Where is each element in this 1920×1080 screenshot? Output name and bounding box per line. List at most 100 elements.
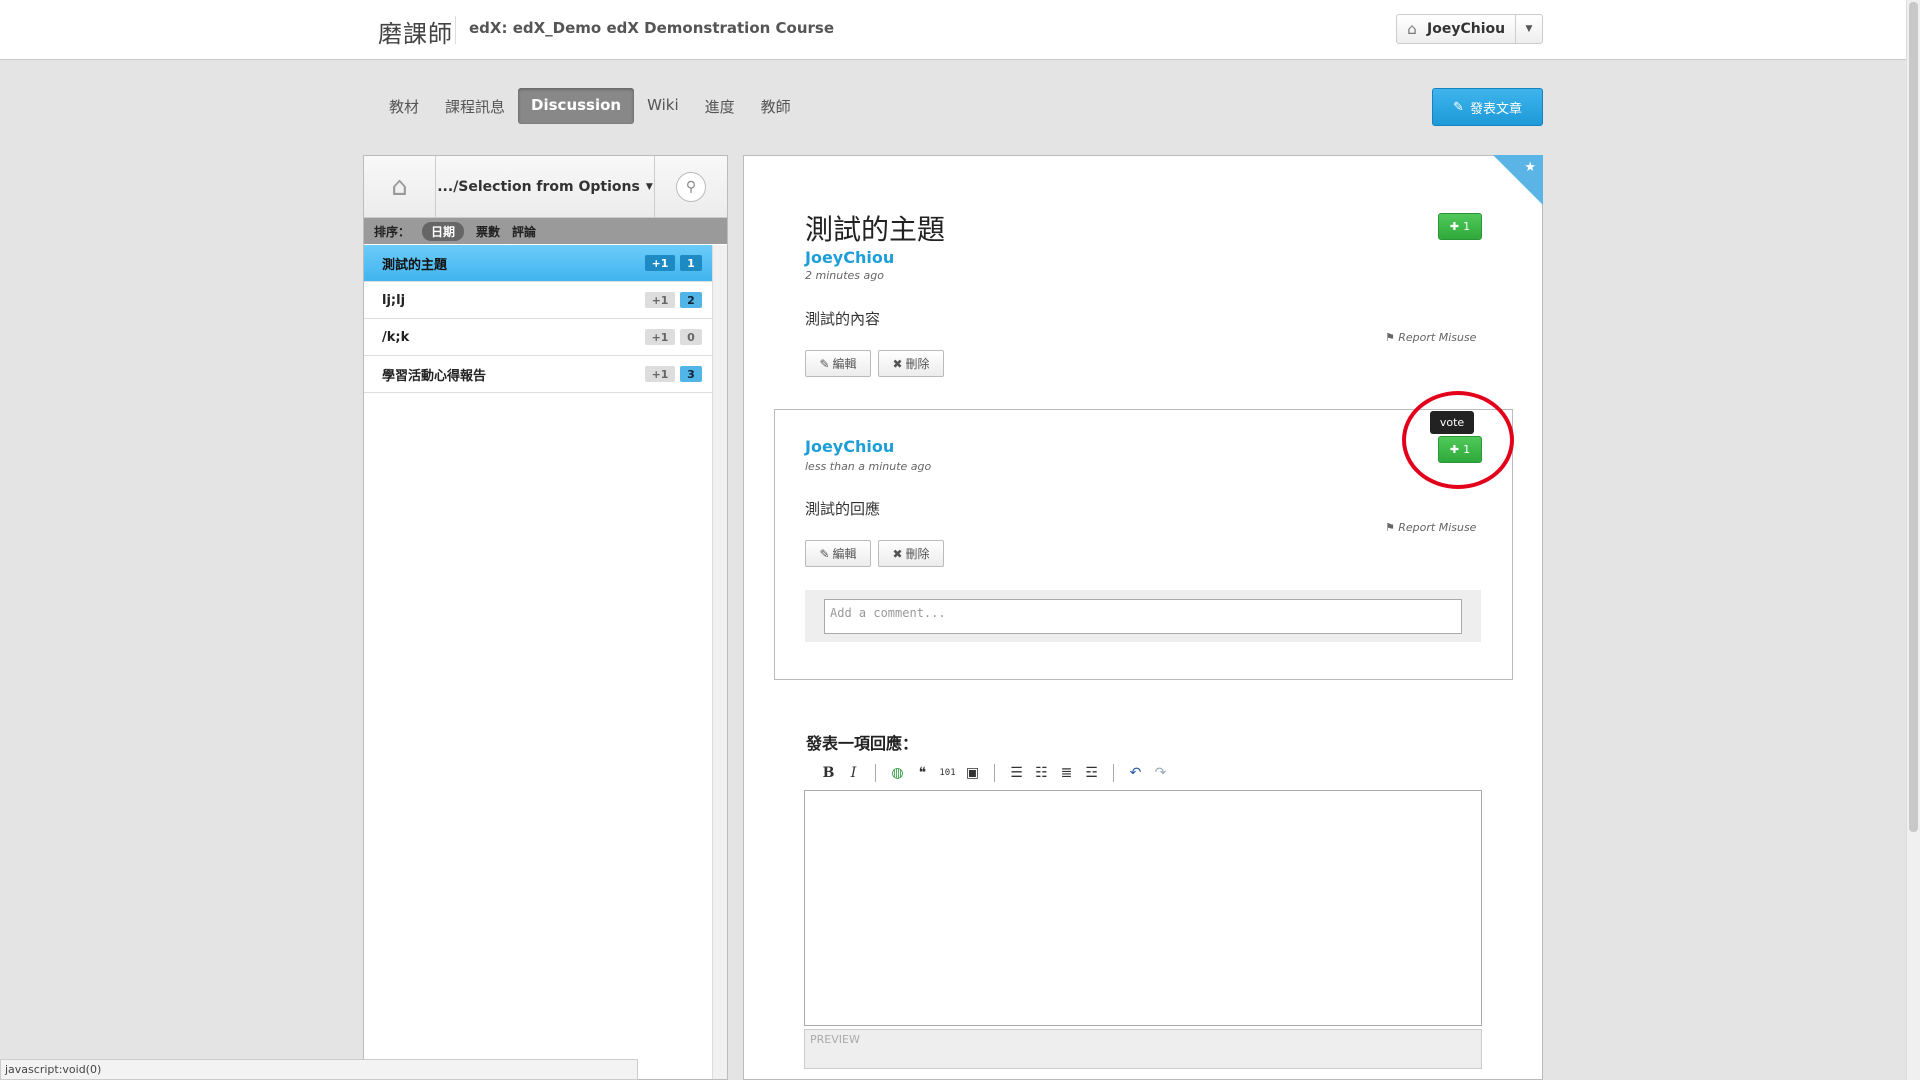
tab-discussion[interactable]: Discussion xyxy=(518,88,635,124)
edit-button[interactable]: ✎ 編輯 xyxy=(805,350,871,377)
delete-button[interactable]: ✖ 刪除 xyxy=(878,350,944,377)
username[interactable]: JoeyChiou xyxy=(1427,21,1515,37)
sort-label: 排序： xyxy=(374,224,411,239)
comment-count-badge: 3 xyxy=(680,366,702,382)
comment-input[interactable]: Add a comment... xyxy=(824,599,1462,634)
response-body: 測試的回應 xyxy=(805,500,881,518)
site-logo[interactable]: 磨課師 xyxy=(378,14,453,49)
thread-detail: ★ 測試的主題 ✚ 1 JoeyChiou 2 minutes ago 測試的內… xyxy=(743,155,1543,1080)
chevron-down-icon[interactable]: ▼ xyxy=(1515,15,1542,43)
reply-preview: PREVIEW xyxy=(804,1029,1482,1069)
report-misuse-link[interactable]: ⚑ Report Misuse xyxy=(1386,331,1476,344)
comment-count-badge: 1 xyxy=(680,255,702,271)
comment-area: Add a comment... xyxy=(805,590,1481,642)
tab-instructor[interactable]: 教師 xyxy=(748,88,804,124)
numbered-list-icon[interactable]: ☰ xyxy=(1004,765,1029,781)
star-icon[interactable]: ★ xyxy=(1524,160,1536,175)
list-item[interactable]: 測試的主題 +1 1 xyxy=(364,245,712,282)
user-menu[interactable]: ⌂ JoeyChiou ▼ xyxy=(1396,14,1543,44)
sort-by-votes[interactable]: 票數 xyxy=(476,223,500,240)
vote-count: 1 xyxy=(1463,220,1471,233)
toolbar-divider xyxy=(875,764,876,782)
list-item[interactable]: 學習活動心得報告 +1 3 xyxy=(364,356,712,393)
bold-icon[interactable]: B xyxy=(816,765,841,781)
image-icon[interactable]: ▣ xyxy=(960,765,985,781)
new-post-button[interactable]: ✎ 發表文章 xyxy=(1432,88,1543,126)
sort-bar: 排序： 日期 票數 評論 xyxy=(364,218,727,244)
horizontal-rule-icon[interactable]: ☲ xyxy=(1079,765,1104,781)
post-timestamp: 2 minutes ago xyxy=(805,269,884,282)
home-icon[interactable]: ⌂ xyxy=(364,156,436,217)
course-nav: 教材 課程訊息 Discussion Wiki 進度 教師 xyxy=(376,88,804,124)
response-author[interactable]: JoeyChiou xyxy=(805,437,894,456)
plus-icon: ✚ xyxy=(1449,220,1460,233)
sidebar-header: ⌂ .../Selection from Options ▼ ⚲ xyxy=(364,156,727,218)
delete-label: 刪除 xyxy=(905,547,930,561)
discussion-sidebar: ⌂ .../Selection from Options ▼ ⚲ 排序： 日期 … xyxy=(363,155,728,1080)
home-icon[interactable]: ⌂ xyxy=(1397,20,1427,38)
delete-label: 刪除 xyxy=(905,357,930,371)
flag-icon: ⚑ xyxy=(1386,331,1395,344)
thread-title: lj;lj xyxy=(382,292,406,308)
report-label: Report Misuse xyxy=(1398,521,1477,534)
pencil-icon: ✎ xyxy=(819,356,830,371)
sidebar-scrollbar[interactable] xyxy=(712,245,727,1079)
post-author[interactable]: JoeyChiou xyxy=(805,248,894,267)
comment-count-badge: 0 xyxy=(680,329,702,345)
sort-by-comments[interactable]: 評論 xyxy=(512,223,536,240)
close-icon: ✖ xyxy=(892,546,903,561)
top-header: 磨課師 edX: edX_Demo edX Demonstration Cour… xyxy=(0,0,1906,60)
report-label: Report Misuse xyxy=(1398,331,1477,344)
link-icon[interactable]: ◍ xyxy=(885,765,910,781)
thread-title: 學習活動心得報告 xyxy=(382,368,487,384)
report-misuse-link[interactable]: ⚑ Report Misuse xyxy=(1386,521,1476,534)
page-scrollbar[interactable] xyxy=(1906,0,1920,1080)
topic-filter-dropdown[interactable]: .../Selection from Options ▼ xyxy=(436,156,655,217)
vote-count-badge: +1 xyxy=(645,329,675,345)
tab-progress[interactable]: 進度 xyxy=(692,88,748,124)
undo-icon[interactable]: ↶ xyxy=(1123,765,1148,781)
delete-button[interactable]: ✖ 刪除 xyxy=(878,540,944,567)
flag-icon: ⚑ xyxy=(1386,521,1395,534)
close-icon: ✖ xyxy=(892,356,903,371)
vote-count-badge: +1 xyxy=(645,292,675,308)
edit-label: 編輯 xyxy=(832,357,857,371)
post-title: 測試的主題 xyxy=(805,213,946,246)
list-item[interactable]: /k;k +1 0 xyxy=(364,319,712,356)
tab-materials[interactable]: 教材 xyxy=(376,88,432,124)
comment-count-badge: 2 xyxy=(680,292,702,308)
edit-button[interactable]: ✎ 編輯 xyxy=(805,540,871,567)
bulleted-list-icon[interactable]: ☷ xyxy=(1029,765,1054,781)
chevron-down-icon: ▼ xyxy=(645,181,653,192)
search-icon[interactable]: ⚲ xyxy=(676,171,706,202)
reply-editor[interactable] xyxy=(804,790,1482,1026)
toolbar-divider xyxy=(994,764,995,782)
edit-icon: ✎ xyxy=(1453,99,1464,115)
new-post-label: 發表文章 xyxy=(1469,101,1522,117)
vote-count-badge: +1 xyxy=(645,255,675,271)
browser-status-bar: javascript:void(0) xyxy=(0,1059,638,1080)
preview-label: PREVIEW xyxy=(810,1033,860,1046)
tab-wiki[interactable]: Wiki xyxy=(634,88,692,124)
sort-by-date[interactable]: 日期 xyxy=(422,221,465,241)
thread-list: 測試的主題 +1 1 lj;lj +1 2 /k;k +1 0 學習活動心得報告… xyxy=(364,245,712,393)
list-item[interactable]: lj;lj +1 2 xyxy=(364,282,712,319)
course-title: edX: edX_Demo edX Demonstration Course xyxy=(469,19,835,37)
highlight-circle xyxy=(1402,391,1514,489)
topic-filter-label: .../Selection from Options xyxy=(437,178,640,195)
logo-divider xyxy=(455,16,456,44)
response-timestamp: less than a minute ago xyxy=(805,460,932,473)
search-toggle[interactable]: ⚲ xyxy=(655,156,727,217)
post-vote-button[interactable]: ✚ 1 xyxy=(1438,213,1482,240)
pencil-icon: ✎ xyxy=(819,546,830,561)
heading-icon[interactable]: ≣ xyxy=(1054,765,1079,781)
quote-icon[interactable]: ❝ xyxy=(910,765,935,781)
italic-icon[interactable]: I xyxy=(841,765,866,781)
code-icon[interactable]: 101 xyxy=(935,768,960,778)
tab-course-info[interactable]: 課程訊息 xyxy=(432,88,518,124)
scrollbar-thumb[interactable] xyxy=(1909,2,1918,832)
editor-toolbar: B I ◍ ❝ 101 ▣ ☰ ☷ ≣ ☲ ↶ ↷ xyxy=(816,764,1173,782)
redo-icon[interactable]: ↷ xyxy=(1148,765,1173,781)
vote-count-badge: +1 xyxy=(645,366,675,382)
edit-label: 編輯 xyxy=(832,547,857,561)
